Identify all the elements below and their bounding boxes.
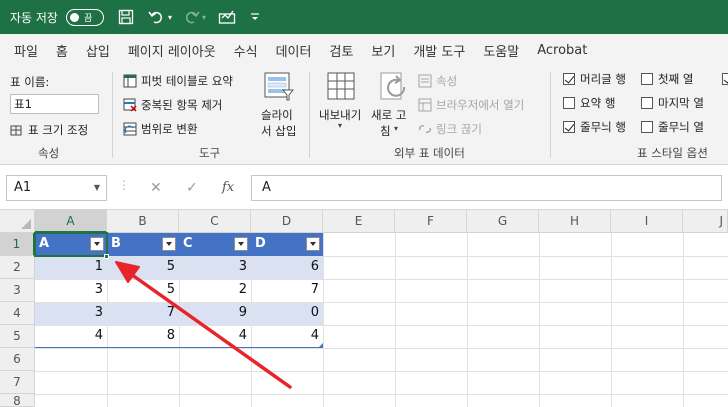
- insert-slicer-button[interactable]: 슬라이 서 삽입: [261, 71, 297, 143]
- autosave-toggle[interactable]: 끔: [65, 8, 104, 26]
- properties-button: 속성: [418, 73, 457, 89]
- spreadsheet-grid: A B C D E F G H I J 1 2 3 4 5 6 7 8 A B …: [0, 210, 728, 407]
- group-properties: 표 이름: 표1 표 크기 조정 속성: [0, 66, 112, 165]
- group-label-external: 외부 표 데이터: [394, 146, 465, 160]
- properties-icon: [418, 74, 432, 88]
- tab-page-layout[interactable]: 페이지 레이아웃: [119, 41, 225, 60]
- group-external-data: 내보내기 ▾ 새로 고 침 ▾ 속성 브라우저에서 열기 링크 끊기 외부 표 …: [310, 66, 550, 165]
- open-in-browser-button: 브라우저에서 열기: [418, 97, 524, 113]
- insert-function-icon[interactable]: fx: [222, 180, 234, 195]
- autosave-label: 자동 저장: [10, 10, 58, 25]
- header-row-checkbox[interactable]: [563, 73, 575, 85]
- banded-rows-checkbox[interactable]: [563, 121, 575, 133]
- last-column-checkbox[interactable]: [641, 97, 653, 109]
- convert-to-range-label: 범위로 변환: [141, 122, 198, 136]
- banded-rows-option[interactable]: 줄무늬 행: [563, 119, 626, 135]
- autosave-state: 끔: [83, 13, 93, 24]
- properties-label: 속성: [436, 74, 458, 88]
- unlink-label: 링크 끊기: [436, 122, 482, 136]
- tab-home[interactable]: 홈: [47, 41, 77, 60]
- slicer-label-1: 슬라이: [261, 108, 293, 122]
- remove-duplicates-label: 중복된 항목 제거: [141, 98, 223, 112]
- unlink-icon: [418, 122, 432, 136]
- title-bar: 자동 저장 끔 ▾ ▾: [0, 0, 728, 34]
- tab-acrobat[interactable]: Acrobat: [528, 43, 596, 58]
- export-dropdown-icon: ▾: [338, 121, 343, 130]
- slicer-label-2: 서 삽입: [261, 124, 297, 138]
- name-box-value: A1: [14, 180, 32, 195]
- convert-to-range-button[interactable]: 범위로 변환: [123, 121, 198, 137]
- group-tools: 피벗 테이블로 요약 중복된 항목 제거 범위로 변환 슬라이 서 삽입 도구: [113, 66, 309, 165]
- first-column-option[interactable]: 첫째 열: [641, 71, 693, 87]
- formula-bar: A1 ▼ ⋮ ✕ ✓ fx A: [0, 166, 728, 210]
- export-icon: [326, 71, 358, 106]
- ribbon-tabs: 파일 홈 삽입 페이지 레이아웃 수식 데이터 검토 보기 개발 도구 도움말 …: [0, 34, 728, 66]
- export-button[interactable]: 내보내기 ▾: [316, 71, 370, 143]
- convert-to-range-icon: [123, 122, 137, 136]
- refresh-dropdown-icon: ▾: [394, 124, 399, 133]
- banded-columns-option[interactable]: 줄무늬 열: [641, 119, 704, 135]
- cancel-icon[interactable]: ✕: [150, 180, 162, 196]
- header-row-option[interactable]: 머리글 행: [563, 71, 626, 87]
- tab-data[interactable]: 데이터: [267, 41, 321, 60]
- form-icon[interactable]: [218, 5, 236, 29]
- tab-insert[interactable]: 삽입: [77, 41, 119, 60]
- group-label-style-options: 표 스타일 옵션: [637, 146, 708, 160]
- name-box-dropdown-icon[interactable]: ▼: [94, 176, 100, 200]
- slicer-icon: [263, 71, 295, 104]
- undo-icon[interactable]: [148, 5, 166, 29]
- resize-table-label: 표 크기 조정: [28, 123, 89, 137]
- tab-help[interactable]: 도움말: [474, 41, 528, 60]
- tab-formulas[interactable]: 수식: [225, 41, 267, 60]
- open-in-browser-icon: [418, 98, 432, 112]
- table-name-input[interactable]: 표1: [10, 94, 99, 114]
- refresh-label-2: 침: [380, 124, 391, 138]
- customize-toolbar-icon[interactable]: [250, 5, 260, 29]
- last-column-label: 마지막 열: [658, 96, 704, 110]
- ribbon: 표 이름: 표1 표 크기 조정 속성 피벗 테이블로 요약 중복된 항목 제거: [0, 66, 728, 165]
- tab-developer[interactable]: 개발 도구: [404, 41, 474, 60]
- redo-icon: [182, 5, 200, 29]
- more-options-icon[interactable]: ⋮: [118, 178, 130, 192]
- remove-duplicates-button[interactable]: 중복된 항목 제거: [123, 97, 222, 113]
- group-label-properties: 속성: [38, 146, 60, 160]
- resize-table-icon: [10, 123, 24, 137]
- tab-file[interactable]: 파일: [5, 41, 47, 60]
- group-style-options: 머리글 행 요약 행 줄무늬 행 첫째 열 마지막 열 줄무늬 열 표 스타일 …: [551, 66, 728, 165]
- refresh-label-1: 새로 고: [371, 108, 407, 122]
- table-name-label: 표 이름:: [10, 75, 50, 89]
- formula-input[interactable]: A: [251, 175, 722, 201]
- pivot-summary-button[interactable]: 피벗 테이블로 요약: [123, 73, 233, 89]
- save-icon[interactable]: [118, 5, 134, 29]
- first-column-label: 첫째 열: [658, 72, 694, 86]
- pivot-summary-label: 피벗 테이블로 요약: [141, 74, 233, 88]
- name-box[interactable]: A1 ▼: [6, 175, 107, 201]
- unlink-button: 링크 끊기: [418, 121, 482, 137]
- last-column-option[interactable]: 마지막 열: [641, 95, 704, 111]
- open-in-browser-label: 브라우저에서 열기: [436, 98, 525, 112]
- undo-dropdown-icon[interactable]: ▾: [168, 5, 172, 29]
- redo-dropdown-icon: ▾: [202, 12, 207, 22]
- first-column-checkbox[interactable]: [641, 73, 653, 85]
- annotation-arrow: [115, 261, 292, 389]
- resize-table-button[interactable]: 표 크기 조정: [10, 122, 88, 138]
- refresh-button[interactable]: 새로 고 침 ▾: [370, 71, 416, 143]
- pivot-table-icon: [123, 74, 137, 88]
- total-row-checkbox[interactable]: [563, 97, 575, 109]
- toggle-knob: [69, 12, 79, 22]
- group-label-tools: 도구: [199, 146, 221, 160]
- refresh-icon: [378, 71, 410, 106]
- total-row-label: 요약 행: [580, 96, 616, 110]
- banded-columns-label: 줄무늬 열: [658, 120, 704, 134]
- tab-view[interactable]: 보기: [362, 41, 404, 60]
- tab-review[interactable]: 검토: [320, 41, 362, 60]
- total-row-option[interactable]: 요약 행: [563, 95, 615, 111]
- filter-button-checkbox[interactable]: [722, 73, 728, 85]
- banded-columns-checkbox[interactable]: [641, 121, 653, 133]
- remove-duplicates-icon: [123, 98, 137, 112]
- header-row-label: 머리글 행: [580, 72, 626, 86]
- enter-icon[interactable]: ✓: [186, 180, 198, 196]
- banded-rows-label: 줄무늬 행: [580, 120, 626, 134]
